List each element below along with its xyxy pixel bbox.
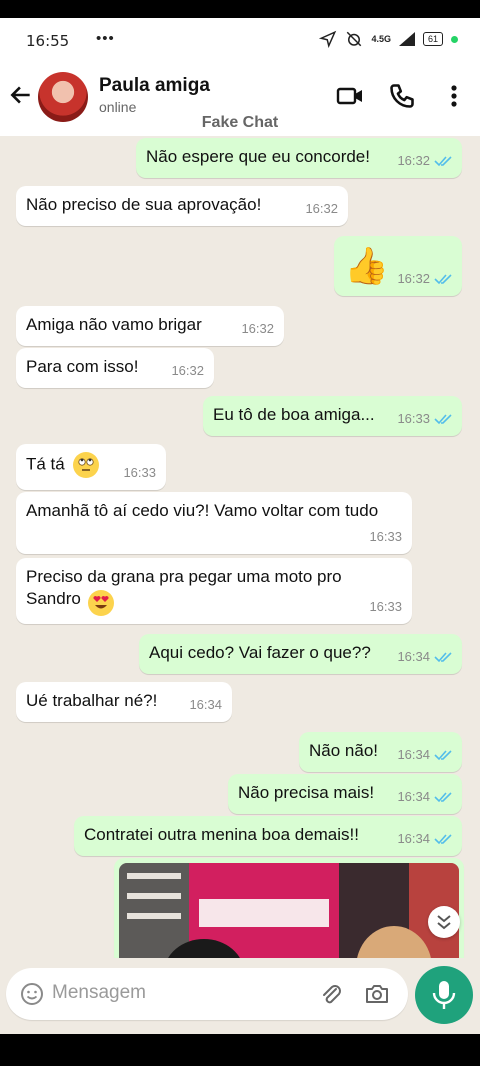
message-text: Não preciso de sua aprovação! xyxy=(26,195,262,214)
video-call-icon[interactable] xyxy=(336,82,364,110)
privacy-dot xyxy=(451,35,458,43)
image-message[interactable] xyxy=(114,858,464,958)
message-time: 16:33 xyxy=(123,465,156,480)
message-bubble[interactable]: Não precisa mais! 16:34 xyxy=(228,774,462,814)
camera-icon[interactable] xyxy=(364,981,390,1007)
alarm-mute-icon xyxy=(347,31,362,47)
top-bezel xyxy=(0,0,480,18)
notification-dots: ••• xyxy=(96,30,115,47)
message-time: 16:33 xyxy=(369,599,402,614)
thumbs-up-emoji: 👍 xyxy=(344,245,389,286)
read-ticks-icon xyxy=(434,750,452,761)
message-bubble[interactable]: Preciso da grana pra pegar uma moto pro … xyxy=(16,558,412,624)
read-ticks-icon xyxy=(434,274,452,285)
message-text: Para com isso! xyxy=(26,357,139,376)
message-time: 16:33 xyxy=(397,411,430,426)
read-ticks-icon xyxy=(434,652,452,663)
heart-eyes-emoji xyxy=(88,590,114,616)
eye-roll-emoji xyxy=(73,452,100,478)
signal-icon xyxy=(398,32,415,46)
composer-bar: Mensagem xyxy=(0,958,480,1034)
message-input[interactable]: Mensagem xyxy=(6,968,408,1020)
read-ticks-icon xyxy=(434,156,452,167)
message-time: 16:34 xyxy=(397,789,430,804)
message-list[interactable]: Não espere que eu concorde! 16:32 Não pr… xyxy=(0,136,480,958)
message-text: Não precisa mais! xyxy=(238,783,375,802)
message-bubble[interactable]: Tá tá 16:33 xyxy=(16,444,166,490)
contact-status: online xyxy=(99,99,137,115)
message-time: 16:32 xyxy=(171,363,204,378)
contact-name[interactable]: Paula amiga xyxy=(99,75,210,97)
message-text: Tá tá xyxy=(26,454,65,474)
message-time: 16:32 xyxy=(397,153,430,168)
message-text: Ué trabalhar né?! xyxy=(26,691,158,710)
message-bubble[interactable]: Não preciso de sua aprovação! 16:32 xyxy=(16,186,348,226)
message-text: Não espere que eu concorde! xyxy=(146,147,370,166)
message-bubble[interactable]: Ué trabalhar né?! 16:34 xyxy=(16,682,232,722)
location-icon xyxy=(319,30,337,48)
message-time: 16:34 xyxy=(397,747,430,762)
read-ticks-icon xyxy=(434,834,452,845)
watermark-text: Fake Chat xyxy=(201,114,279,131)
message-time: 16:34 xyxy=(189,697,222,712)
photo-thumbnail xyxy=(119,863,459,958)
message-bubble[interactable]: Eu tô de boa amiga... 16:33 xyxy=(203,396,462,436)
network-label: 4.5G xyxy=(371,34,391,44)
phone-icon[interactable] xyxy=(388,82,416,110)
message-bubble[interactable]: Não não! 16:34 xyxy=(299,732,462,772)
message-bubble[interactable]: 👍 16:32 xyxy=(334,236,462,296)
message-text: Amanhã tô aí cedo viu?! Vamo voltar com … xyxy=(26,501,379,520)
mic-icon xyxy=(432,981,456,1009)
more-vert-icon[interactable] xyxy=(440,82,468,110)
message-text: Amiga não vamo brigar xyxy=(26,315,202,334)
message-bubble[interactable]: Amiga não vamo brigar 16:32 xyxy=(16,306,284,346)
chat-screen: 16:55 ••• 4.5G 61 Paula amiga online Fak… xyxy=(0,0,480,1066)
arrow-left-icon[interactable] xyxy=(8,82,34,108)
message-bubble[interactable]: Para com isso! 16:32 xyxy=(16,348,214,388)
read-ticks-icon xyxy=(434,792,452,803)
status-time: 16:55 xyxy=(26,32,70,50)
status-icons: 4.5G 61 xyxy=(319,30,458,48)
status-bar: 16:55 ••• 4.5G 61 xyxy=(0,18,480,64)
message-bubble[interactable]: Não espere que eu concorde! 16:32 xyxy=(136,138,462,178)
message-text: Preciso da grana pra pegar uma moto pro … xyxy=(26,567,347,608)
message-text: Aqui cedo? Vai fazer o que?? xyxy=(149,643,371,662)
message-text: Eu tô de boa amiga... xyxy=(213,405,375,424)
emoji-icon[interactable] xyxy=(20,982,44,1006)
chat-header: Paula amiga online Fake Chat xyxy=(0,64,480,136)
system-nav-bar xyxy=(0,1034,480,1066)
message-text: Contratei outra menina boa demais!! xyxy=(84,825,359,844)
message-text: Não não! xyxy=(309,741,378,760)
read-ticks-icon xyxy=(434,414,452,425)
message-time: 16:34 xyxy=(397,649,430,664)
message-time: 16:32 xyxy=(241,321,274,336)
message-bubble[interactable]: Amanhã tô aí cedo viu?! Vamo voltar com … xyxy=(16,492,412,554)
scroll-down-icon xyxy=(437,915,451,930)
message-time: 16:32 xyxy=(397,271,430,286)
message-time: 16:32 xyxy=(305,201,338,216)
attach-icon[interactable] xyxy=(318,981,344,1007)
message-time: 16:34 xyxy=(397,831,430,846)
message-bubble[interactable]: Aqui cedo? Vai fazer o que?? 16:34 xyxy=(139,634,462,674)
battery-icon: 61 xyxy=(422,32,443,46)
message-bubble[interactable]: Contratei outra menina boa demais!! 16:3… xyxy=(74,816,462,856)
scroll-down-button[interactable] xyxy=(428,906,460,938)
mic-button[interactable] xyxy=(415,966,473,1024)
message-placeholder: Mensagem xyxy=(52,982,146,1003)
message-time: 16:33 xyxy=(369,529,402,544)
